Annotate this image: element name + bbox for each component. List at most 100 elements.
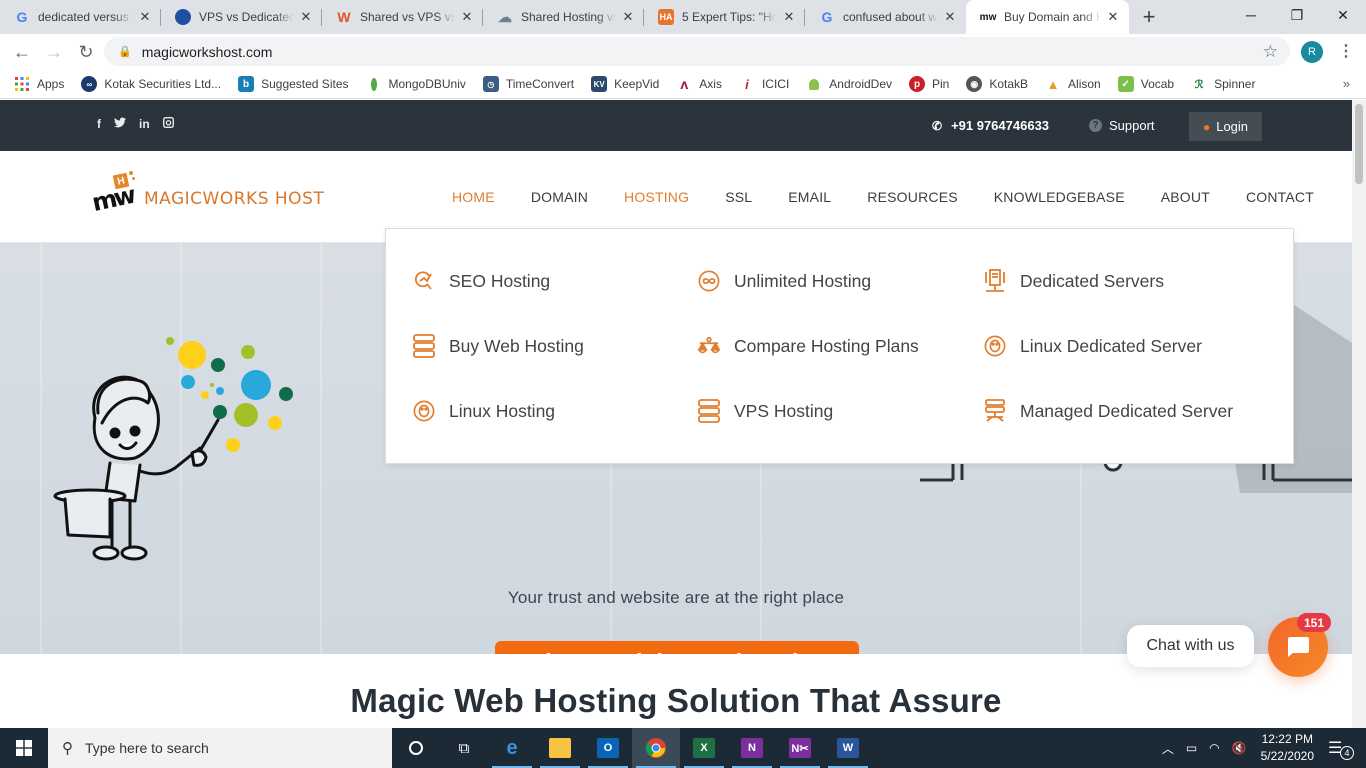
login-button[interactable]: ● Login xyxy=(1189,112,1262,141)
browser-tab[interactable]: VPS vs Dedicated Hosting ✕ xyxy=(161,0,322,34)
system-clock[interactable]: 12:22 PM 5/22/2020 xyxy=(1261,731,1314,765)
close-tab-icon[interactable]: ✕ xyxy=(942,9,958,25)
bookmark-kotakb[interactable]: ◉ KotakB xyxy=(966,76,1028,92)
menu-item-dedicated-servers[interactable]: Dedicated Servers xyxy=(984,269,1164,293)
nav-hosting[interactable]: HOSTING xyxy=(624,189,689,205)
chat-prompt[interactable]: Chat with us xyxy=(1127,625,1254,667)
menu-item-managed-dedicated-server[interactable]: Managed Dedicated Server xyxy=(984,399,1233,423)
bookmark-vocab[interactable]: ✓ Vocab xyxy=(1117,76,1174,92)
question-circle-icon: ? xyxy=(1089,119,1102,132)
restore-button[interactable]: ❐ xyxy=(1274,0,1320,30)
bookmarks-overflow-button[interactable]: » xyxy=(1343,76,1350,91)
cortana-icon[interactable] xyxy=(392,728,440,768)
reload-button[interactable]: ↻ xyxy=(70,36,102,68)
browser-tab[interactable]: W Shared vs VPS vs Dedicated ✕ xyxy=(322,0,483,34)
twitter-icon[interactable] xyxy=(114,117,126,131)
bookmark-label: Suggested Sites xyxy=(261,77,349,91)
browser-menu-icon[interactable]: ⋮ xyxy=(1338,41,1354,61)
close-tab-icon[interactable]: ✕ xyxy=(137,9,153,25)
menu-item-vps-hosting[interactable]: VPS Hosting xyxy=(698,399,833,423)
close-tab-icon[interactable]: ✕ xyxy=(781,9,797,25)
edge-icon[interactable]: e xyxy=(488,728,536,768)
page-scrollbar[interactable] xyxy=(1352,100,1366,728)
bookmark-mongodb[interactable]: MongoDBUniv xyxy=(366,76,466,92)
forward-button[interactable]: → xyxy=(38,36,70,68)
infinity-icon xyxy=(698,269,720,293)
menu-item-compare-plans[interactable]: Compare Hosting Plans xyxy=(698,334,919,358)
browser-tab[interactable]: HA 5 Expert Tips: "How to ✕ xyxy=(644,0,805,34)
scrollbar-thumb[interactable] xyxy=(1355,104,1363,184)
close-tab-icon[interactable]: ✕ xyxy=(1105,9,1121,25)
bookmark-icici[interactable]: i ICICI xyxy=(739,76,789,92)
apps-grid-icon xyxy=(14,76,30,92)
linkedin-icon[interactable]: in xyxy=(139,117,150,131)
menu-item-label: Buy Web Hosting xyxy=(449,335,584,356)
start-button[interactable] xyxy=(0,728,48,768)
wifi-icon[interactable]: ◠ xyxy=(1209,741,1219,755)
close-tab-icon[interactable]: ✕ xyxy=(459,9,475,25)
bookmark-label: TimeConvert xyxy=(505,77,575,91)
chevron-up-icon[interactable]: ︿ xyxy=(1162,740,1174,757)
menu-item-linux-dedicated-server[interactable]: Linux Dedicated Server xyxy=(984,334,1202,358)
nav-knowledgebase[interactable]: KNOWLEDGEBASE xyxy=(994,189,1125,205)
support-link[interactable]: ? Support xyxy=(1089,118,1155,133)
instagram-icon[interactable] xyxy=(162,117,174,131)
nav-resources[interactable]: RESOURCES xyxy=(867,189,957,205)
main-nav: HOME DOMAIN HOSTING SSL EMAIL RESOURCES … xyxy=(452,189,1314,205)
bookmark-androiddev[interactable]: AndroidDev xyxy=(806,76,892,92)
close-tab-icon[interactable]: ✕ xyxy=(298,9,314,25)
bookmark-spinner[interactable]: ℛ Spinner xyxy=(1191,76,1256,92)
nav-contact[interactable]: CONTACT xyxy=(1246,189,1314,205)
chrome-icon[interactable] xyxy=(632,728,680,768)
browser-tab[interactable]: G confused about which ✕ xyxy=(805,0,966,34)
bookmark-axis[interactable]: ʌ Axis xyxy=(676,76,722,92)
onenote-clipper-icon[interactable]: N✂ xyxy=(776,728,824,768)
address-bar[interactable]: 🔒 magicworkshost.com ☆ xyxy=(104,37,1290,66)
back-button[interactable]: ← xyxy=(6,36,38,68)
menu-item-seo-hosting[interactable]: SEO Hosting xyxy=(413,269,550,293)
phone-icon: ✆ xyxy=(932,118,943,133)
bookmark-suggested-sites[interactable]: b Suggested Sites xyxy=(238,76,349,92)
bookmark-pin[interactable]: p Pin xyxy=(909,76,949,92)
battery-icon[interactable]: ▭ xyxy=(1186,741,1197,755)
nav-email[interactable]: EMAIL xyxy=(788,189,831,205)
menu-item-linux-hosting[interactable]: Linux Hosting xyxy=(413,399,555,423)
bookmark-apps[interactable]: Apps xyxy=(14,76,64,92)
bookmark-star-icon[interactable]: ☆ xyxy=(1263,42,1278,62)
word-icon[interactable]: W xyxy=(824,728,872,768)
outlook-icon[interactable]: O xyxy=(584,728,632,768)
excel-icon[interactable]: X xyxy=(680,728,728,768)
browser-tab[interactable]: G dedicated versus vps ✕ xyxy=(0,0,161,34)
nav-about[interactable]: ABOUT xyxy=(1161,189,1210,205)
close-window-button[interactable]: ✕ xyxy=(1320,0,1366,30)
file-explorer-icon[interactable] xyxy=(536,728,584,768)
task-view-icon[interactable]: ⧉ xyxy=(440,728,488,768)
bookmark-keepvid[interactable]: KV KeepVid xyxy=(591,76,659,92)
minimize-button[interactable]: ─ xyxy=(1228,0,1274,30)
phone-contact[interactable]: ✆ +91 9764746633 xyxy=(932,118,1049,133)
bookmark-kotak[interactable]: ∞ Kotak Securities Ltd... xyxy=(81,76,221,92)
profile-avatar[interactable]: R xyxy=(1301,41,1323,63)
hero-subtitle: Your trust and website are at the right … xyxy=(507,588,845,607)
nav-domain[interactable]: DOMAIN xyxy=(531,189,588,205)
nav-ssl[interactable]: SSL xyxy=(725,189,752,205)
menu-item-buy-web-hosting[interactable]: Buy Web Hosting xyxy=(413,334,584,358)
taskbar-search-box[interactable]: ⚲ Type here to search xyxy=(48,728,392,768)
hosting-dropdown-menu: SEO Hosting Buy Web Hosting Linux Hostin… xyxy=(385,228,1294,464)
url-text[interactable]: magicworkshost.com xyxy=(142,44,273,60)
bookmark-timeconvert[interactable]: ◷ TimeConvert xyxy=(482,76,575,92)
nav-home[interactable]: HOME xyxy=(452,189,495,205)
linux-penguin-icon xyxy=(984,334,1006,358)
action-center-button[interactable]: ☰ 4 xyxy=(1328,738,1358,760)
bookmark-alison[interactable]: ▲ Alison xyxy=(1045,76,1101,92)
close-tab-icon[interactable]: ✕ xyxy=(620,9,636,25)
menu-item-unlimited-hosting[interactable]: Unlimited Hosting xyxy=(698,269,871,293)
new-tab-button[interactable]: + xyxy=(1135,3,1163,31)
choose-plan-button[interactable]: Choose Right Hosting Plan xyxy=(495,641,859,654)
site-logo[interactable]: mw H MAGICWORKS HOST xyxy=(90,171,324,217)
browser-tab[interactable]: ☁ Shared Hosting vs VPS ✕ xyxy=(483,0,644,34)
volume-muted-icon[interactable]: 🔇 xyxy=(1232,741,1247,755)
facebook-icon[interactable]: f xyxy=(97,117,101,131)
onenote-icon[interactable]: N xyxy=(728,728,776,768)
browser-tab-active[interactable]: mw Buy Domain and Hosting ✕ xyxy=(966,0,1129,34)
